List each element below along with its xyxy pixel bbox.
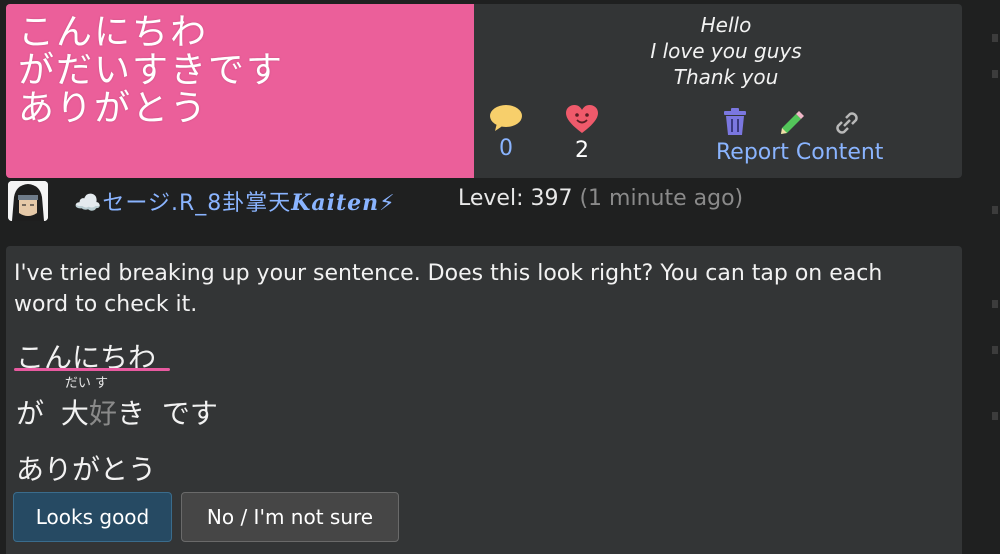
like-count: 2 [575, 138, 589, 163]
level-info: Level: 397 (1 minute ago) [458, 186, 743, 211]
sentence-line-3[interactable]: ありがとう [16, 448, 156, 488]
speech-bubble-icon [490, 105, 522, 131]
avatar[interactable] [8, 181, 48, 221]
word-daisuki-kana: き [116, 397, 145, 430]
page: こんにちわ がだいすきです ありがとう Hello I love you guy… [0, 0, 1000, 554]
side-mark [992, 300, 998, 308]
word-daisuki-kanji-1: 大 [60, 397, 89, 430]
word-daisuki-kanji-2: 好 [88, 397, 117, 430]
heart-face-icon [566, 105, 598, 133]
comment-count: 0 [499, 136, 513, 161]
sentence-line-2: が だい す 大好き です [16, 376, 226, 432]
word-ga[interactable]: が [16, 392, 44, 432]
post-card: こんにちわ がだいすきです ありがとう Hello I love you guy… [6, 4, 962, 178]
not-sure-button[interactable]: No / I'm not sure [181, 492, 399, 542]
time-ago: (1 minute ago) [579, 186, 744, 211]
username-mid: R_8 [178, 191, 223, 216]
reply-card: I've tried breaking up your sentence. Do… [6, 246, 962, 554]
reply-message: I've tried breaking up your sentence. Do… [14, 261, 883, 317]
post-translation: Hello I love you guys Thank you [526, 12, 926, 90]
report-content-link[interactable]: Report Content [716, 140, 883, 165]
username-prefix: ☁️セージ. [74, 191, 179, 216]
looks-good-button[interactable]: Looks good [13, 492, 172, 542]
translation-line-2: I love you guys [650, 39, 802, 63]
username-row[interactable]: ☁️セージ.R_8卦掌天Kaiten⚡ [74, 184, 396, 218]
side-mark [992, 70, 998, 78]
right-edge-strip [966, 0, 1000, 554]
like-button[interactable]: 2 [560, 104, 604, 163]
selected-word-underline [14, 368, 170, 371]
username-kanji: 卦掌天 [222, 191, 292, 216]
translation-line-1: Hello [700, 13, 752, 37]
username-suffix: ⚡ [379, 191, 396, 216]
word-daisuki[interactable]: だい す 大好き [60, 376, 145, 432]
avatar-image [8, 181, 48, 221]
comment-button[interactable]: 0 [484, 104, 528, 161]
image-line-2: がだいすきです [18, 50, 285, 91]
username[interactable]: ☁️セージ.R_8卦掌天Kaiten⚡ [74, 185, 396, 217]
word-desu[interactable]: です [162, 392, 218, 432]
side-mark [992, 346, 998, 354]
post-image[interactable]: こんにちわ がだいすきです ありがとう [6, 4, 474, 178]
username-bold: Kaiten [291, 190, 380, 216]
side-mark [992, 206, 998, 214]
pencil-icon[interactable] [778, 108, 806, 136]
trash-icon[interactable] [722, 108, 748, 136]
furigana: だい す [64, 376, 109, 391]
image-line-1: こんにちわ [18, 12, 209, 53]
image-line-3: ありがとう [18, 88, 209, 129]
translation-line-3: Thank you [673, 65, 779, 89]
link-icon[interactable] [832, 108, 862, 138]
side-mark [992, 412, 998, 420]
side-mark [992, 34, 998, 42]
post-image-text: こんにちわ がだいすきです ありがとう [18, 14, 284, 128]
level-label: Level: 397 [458, 186, 573, 211]
